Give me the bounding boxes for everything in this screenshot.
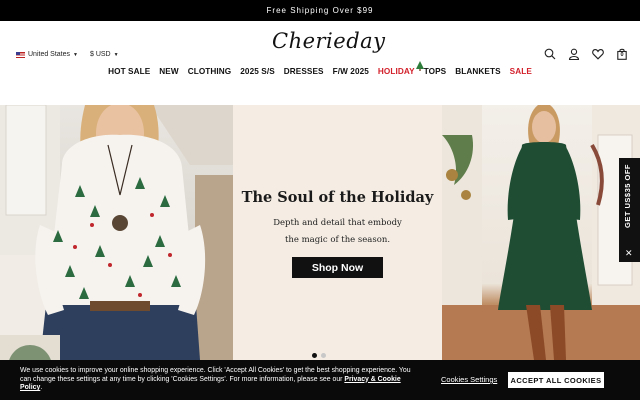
carousel-dots xyxy=(312,353,326,358)
discount-tab-text: GET US$35 OFF xyxy=(623,163,632,228)
nav-item-label: HOT SALE xyxy=(108,67,151,76)
nav-item-blankets[interactable]: BLANKETS xyxy=(455,67,500,76)
site-header: United States ▼ $ USD ▼ Cherieday 0 HOT … xyxy=(0,21,640,105)
currency-selector[interactable]: $ USD ▼ xyxy=(90,51,119,58)
chevron-down-icon: ▼ xyxy=(73,51,78,58)
hero-subtitle: Depth and detail that embody the magic o… xyxy=(233,215,442,249)
locale-selectors: United States ▼ $ USD ▼ xyxy=(16,51,119,58)
cart-count: 0 xyxy=(620,52,624,58)
cookie-message-end: . xyxy=(40,384,43,391)
brand-logo[interactable]: Cherieday xyxy=(272,29,385,57)
cookie-message: We use cookies to improve your online sh… xyxy=(20,367,412,393)
hero-subtitle-line-2: the magic of the season. xyxy=(284,235,391,245)
hero-left-photo xyxy=(0,105,233,360)
hero-title: The Soul of the Holiday xyxy=(241,189,434,206)
discount-side-tab[interactable]: GET US$35 OFF ✕ xyxy=(619,158,640,262)
nav-item-label: 2025 S/S xyxy=(240,67,275,76)
nav-item-sale[interactable]: SALE xyxy=(510,67,532,76)
promo-text: Free Shipping Over $99 xyxy=(266,6,374,15)
nav-item-label: F/W 2025 xyxy=(332,67,369,76)
cart-bag-icon[interactable]: 0 xyxy=(616,48,628,60)
nav-item-f-w-2025[interactable]: F/W 2025 xyxy=(333,67,369,76)
nav-item-label: SALE xyxy=(509,67,532,76)
nav-item-label: HOLIDAY xyxy=(377,67,415,76)
us-flag-icon xyxy=(16,51,25,58)
chevron-down-icon: ▼ xyxy=(113,51,119,58)
promo-bar: Free Shipping Over $99 xyxy=(0,0,640,21)
account-icon[interactable] xyxy=(568,48,580,60)
logo-text: Cherieday xyxy=(272,29,386,53)
nav-item-tops[interactable]: TOPS xyxy=(424,67,447,76)
carousel-dot-2[interactable] xyxy=(321,353,326,358)
nav-item-label: CLOTHING xyxy=(187,67,232,76)
search-icon[interactable] xyxy=(544,48,556,60)
nav-item-clothing[interactable]: CLOTHING xyxy=(188,67,232,76)
country-selector[interactable]: United States ▼ xyxy=(16,51,78,58)
wishlist-heart-icon[interactable] xyxy=(592,48,604,60)
nav-item-label: BLANKETS xyxy=(455,67,501,76)
nav-item-new[interactable]: NEW xyxy=(159,67,178,76)
shop-now-button[interactable]: Shop Now xyxy=(292,257,383,278)
hero-right-photo xyxy=(442,105,640,360)
nav-item-2025-s-s[interactable]: 2025 S/S xyxy=(240,67,275,76)
hero-subtitle-line-1: Depth and detail that embody xyxy=(273,218,402,228)
nav-item-holiday[interactable]: HOLIDAY xyxy=(377,61,424,76)
main-nav: HOT SALE NEW CLOTHING 2025 S/S DRESSES F/W 20… xyxy=(0,61,640,76)
close-icon[interactable]: ✕ xyxy=(625,248,633,259)
nav-item-label: TOPS xyxy=(423,67,447,76)
christmas-tree-icon xyxy=(415,61,424,71)
country-label: United States xyxy=(28,51,71,58)
cookie-banner: We use cookies to improve your online sh… xyxy=(0,360,640,400)
hero-banner[interactable]: The Soul of the Holiday Depth and detail… xyxy=(0,105,640,360)
model-green-dress-image xyxy=(442,105,640,360)
nav-item-dresses[interactable]: DRESSES xyxy=(284,67,324,76)
nav-item-label: NEW xyxy=(159,67,179,76)
model-christmas-blouse-image xyxy=(0,105,233,360)
nav-item-label: DRESSES xyxy=(283,67,324,76)
cookies-settings-link[interactable]: Cookies Settings xyxy=(441,375,497,384)
currency-label: $ USD xyxy=(89,51,111,58)
header-icons: 0 xyxy=(544,48,628,60)
nav-item-hot-sale[interactable]: HOT SALE xyxy=(108,67,150,76)
hero-text-panel: The Soul of the Holiday Depth and detail… xyxy=(233,105,442,360)
carousel-dot-1[interactable] xyxy=(312,353,317,358)
accept-all-cookies-button[interactable]: ACCEPT ALL COOKIES xyxy=(508,372,604,388)
